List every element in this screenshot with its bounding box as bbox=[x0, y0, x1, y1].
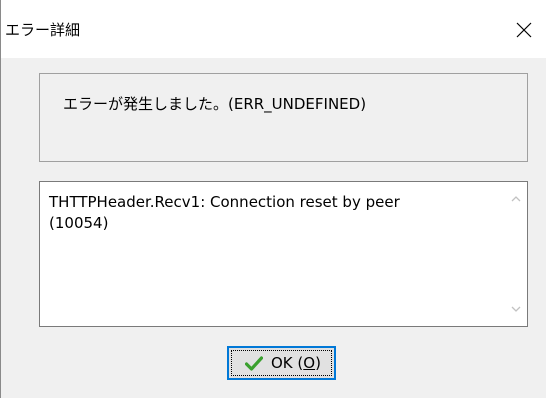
error-detail-textbox[interactable]: THTTPHeader.Recv1: Connection reset by p… bbox=[39, 181, 528, 327]
ok-button-label: OK (O) bbox=[271, 354, 321, 372]
ok-label-suffix: ) bbox=[315, 354, 321, 372]
error-detail-dialog: エラー詳細 エラーが発生しました。(ERR_UNDEFINED) THTTPHe… bbox=[0, 0, 546, 398]
chevron-up-icon bbox=[511, 196, 521, 202]
window-title: エラー詳細 bbox=[5, 21, 81, 39]
title-bar[interactable]: エラー詳細 bbox=[1, 0, 546, 58]
scroll-down-button[interactable] bbox=[505, 298, 527, 320]
vertical-scrollbar[interactable] bbox=[505, 182, 527, 326]
ok-button[interactable]: OK (O) bbox=[227, 346, 336, 380]
checkmark-icon bbox=[245, 356, 263, 371]
chevron-down-icon bbox=[511, 306, 521, 312]
message-panel: エラーが発生しました。(ERR_UNDEFINED) bbox=[39, 73, 528, 162]
close-icon bbox=[516, 22, 532, 38]
scroll-up-button[interactable] bbox=[505, 188, 527, 210]
error-detail-text: THTTPHeader.Recv1: Connection reset by p… bbox=[49, 193, 400, 232]
ok-label-mnemonic: O bbox=[303, 354, 316, 372]
close-button[interactable] bbox=[502, 0, 546, 58]
error-message: エラーが発生しました。(ERR_UNDEFINED) bbox=[63, 95, 367, 113]
ok-label-prefix: OK ( bbox=[271, 354, 304, 372]
